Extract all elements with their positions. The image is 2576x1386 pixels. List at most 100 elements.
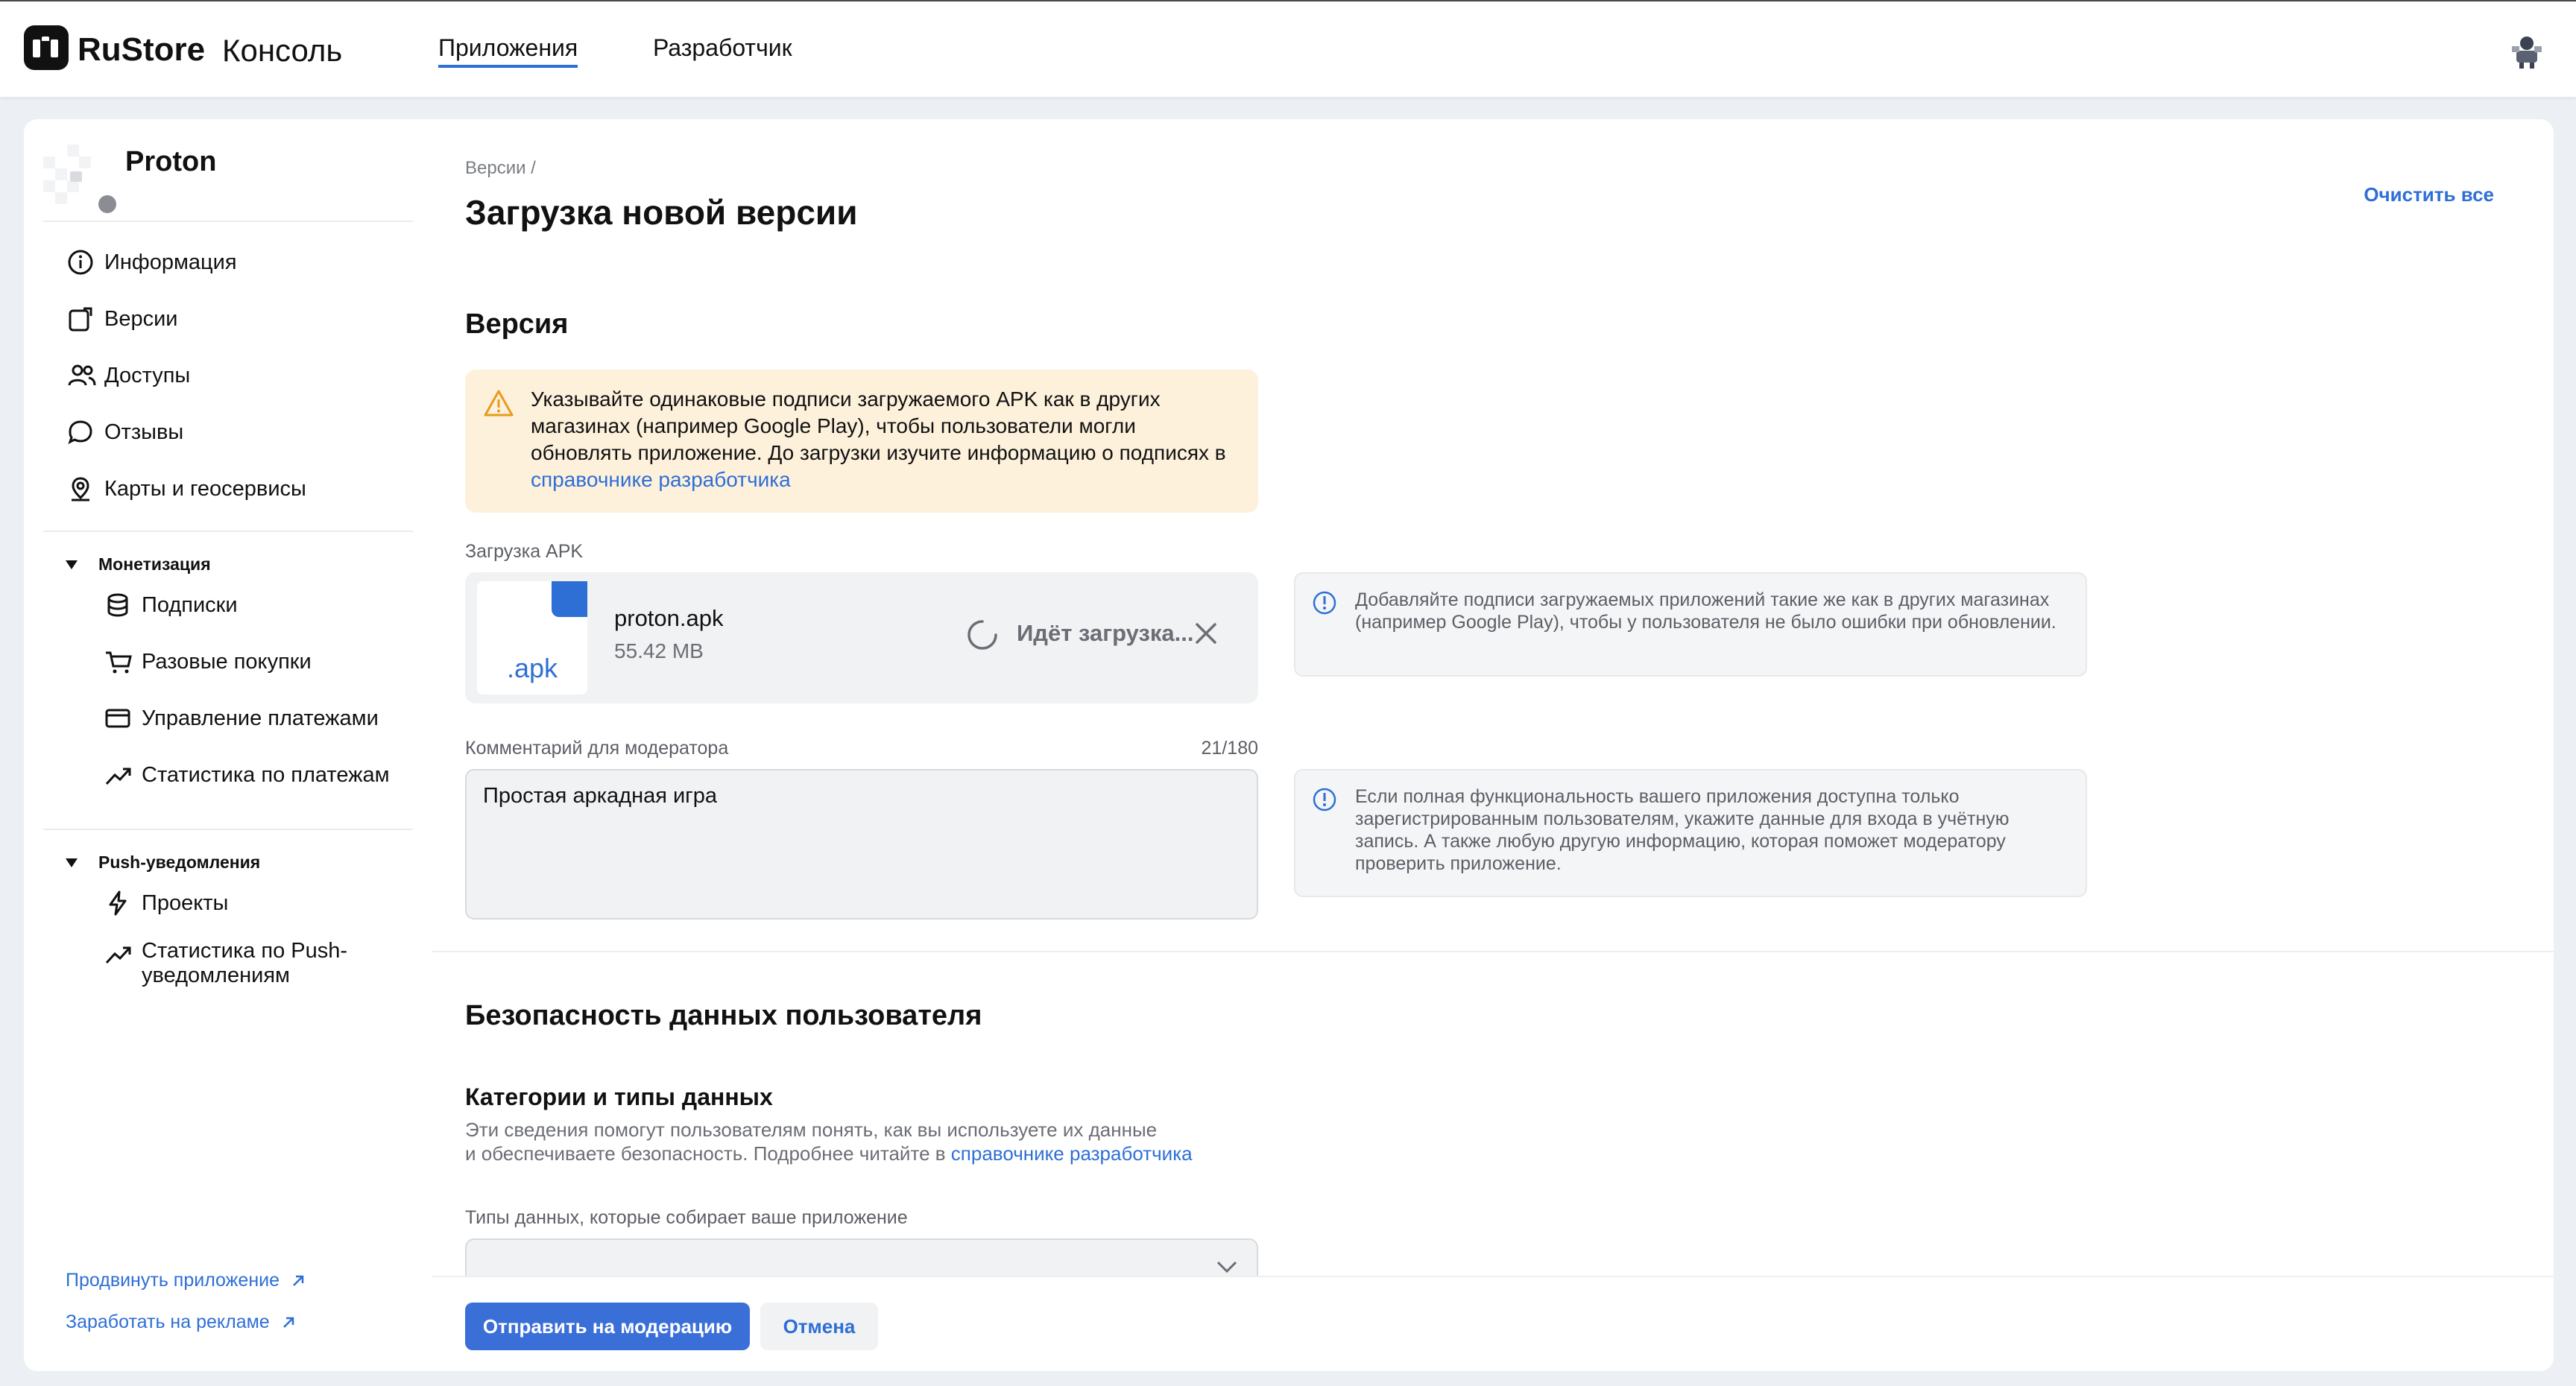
developer-guide-link[interactable]: справочнике разработчика (531, 468, 791, 491)
sidebar-item-maps[interactable]: Карты и геосервисы (67, 472, 306, 505)
credentials-info-box: Если полная функциональность вашего прил… (1294, 769, 2087, 897)
triangle-down-icon (64, 559, 98, 571)
info-text: Если полная функциональность вашего прил… (1355, 786, 2010, 874)
warning-body: Указывайте одинаковые подписи загружаемо… (531, 387, 1226, 464)
group-label: Монетизация (98, 554, 211, 574)
map-pin-icon (67, 472, 100, 505)
upload-status: Идёт загрузка... (1017, 620, 1194, 646)
promote-app-link[interactable]: Продвинуть приложение (66, 1270, 306, 1291)
sidebar-item-label: Управление платежами (142, 706, 379, 730)
sidebar: Proton Информация Версии Доступы Отзывы … (24, 119, 432, 1371)
info-icon (67, 246, 100, 279)
app-name: Proton (125, 146, 217, 177)
comment-counter: 21/180 (1201, 738, 1258, 759)
top-bar: RuStore Консоль Приложения Разработчик (0, 0, 2576, 97)
divider (43, 829, 413, 830)
apk-upload-label: Загрузка APK (465, 541, 584, 562)
trend-icon (104, 937, 137, 970)
sidebar-item-push-stats[interactable]: Статистика по Push- уведомлениям (104, 939, 347, 988)
signature-info-box: Добавляйте подписи загружаемых приложени… (1294, 572, 2087, 677)
external-arrow-icon (293, 1275, 304, 1286)
file-size: 55.42 MB (614, 639, 704, 662)
sidebar-item-label: Разовые покупки (142, 649, 312, 674)
cancel-button[interactable]: Отмена (760, 1303, 878, 1350)
group-push[interactable]: Push-уведомления (64, 852, 260, 873)
sidebar-item-label: Карты и геосервисы (104, 476, 306, 501)
sidebar-item-subscriptions[interactable]: Подписки (104, 589, 238, 621)
categories-title: Категории и типы данных (465, 1083, 773, 1110)
sidebar-item-payments[interactable]: Управление платежами (104, 702, 379, 735)
divider (43, 221, 413, 222)
triangle-down-icon (64, 857, 98, 869)
sidebar-item-label: Доступы (104, 363, 191, 387)
chevron-down-icon (1216, 1261, 1237, 1273)
link-label: Продвинуть приложение (66, 1270, 280, 1291)
label-line: Статистика по Push- (142, 939, 348, 963)
data-types-label: Типы данных, которые собирает ваше прило… (465, 1207, 908, 1228)
card-icon (104, 702, 137, 735)
sidebar-item-label: Статистика по платежам (142, 762, 390, 787)
desc-line: Эти сведения помогут пользователям понят… (465, 1118, 1158, 1141)
chat-icon (67, 416, 100, 449)
breadcrumb[interactable]: Версии / (465, 158, 536, 179)
tab-developer[interactable]: Разработчик (653, 34, 792, 62)
divider (432, 951, 2554, 952)
sidebar-item-label: Информация (104, 250, 237, 274)
sidebar-item-label: Проекты (142, 890, 229, 915)
sidebar-item-label: Отзывы (104, 420, 184, 444)
sidebar-item-versions[interactable]: Версии (67, 303, 178, 335)
warning-icon (483, 389, 514, 421)
version-section-title: Версия (465, 308, 569, 340)
user-avatar[interactable] (2506, 30, 2548, 72)
label-line: уведомлениям (142, 963, 290, 987)
close-icon[interactable] (1191, 618, 1221, 648)
group-monetization[interactable]: Монетизация (64, 554, 211, 575)
sidebar-item-label: Подписки (142, 592, 238, 617)
page-title: Загрузка новой версии (465, 193, 858, 232)
action-bar: Отправить на модерацию Отмена (432, 1276, 2554, 1371)
cart-icon (104, 645, 137, 678)
users-icon (67, 359, 100, 392)
developer-guide-link[interactable]: справочнике разработчика (951, 1142, 1193, 1165)
file-name: proton.apk (614, 605, 724, 631)
apk-file-icon: .apk (477, 581, 587, 694)
versions-icon (67, 303, 100, 335)
lightning-icon (104, 887, 137, 920)
divider (43, 531, 413, 532)
clear-all-button[interactable]: Очистить все (2364, 183, 2494, 206)
main-content: Версии / Загрузка новой версии Очистить … (432, 119, 2554, 1371)
sidebar-item-access[interactable]: Доступы (67, 359, 190, 392)
file-corner (552, 581, 587, 617)
console-label: Консоль (222, 33, 343, 68)
database-icon (104, 589, 137, 621)
group-label: Push-уведомления (98, 852, 261, 872)
sidebar-item-purchases[interactable]: Разовые покупки (104, 645, 312, 678)
desc-line: и обеспечиваете безопасность. Подробнее … (465, 1142, 951, 1165)
logo-text[interactable]: RuStore (78, 31, 205, 69)
sidebar-item-info[interactable]: Информация (67, 246, 237, 279)
tab-applications[interactable]: Приложения (438, 34, 578, 68)
sidebar-item-projects[interactable]: Проекты (104, 887, 228, 920)
warning-text: Указывайте одинаковые подписи загружаемо… (531, 386, 1239, 493)
spinner-icon (967, 620, 997, 650)
sidebar-item-reviews[interactable]: Отзывы (67, 416, 183, 449)
sidebar-item-label: Версии (104, 306, 178, 331)
info-icon (1312, 590, 1337, 619)
info-icon (1312, 787, 1337, 816)
earn-ads-link[interactable]: Заработать на рекламе (66, 1311, 297, 1333)
link-label: Заработать на рекламе (66, 1311, 270, 1332)
external-arrow-icon (282, 1317, 294, 1328)
warning-banner: Указывайте одинаковые подписи загружаемо… (465, 370, 1258, 513)
submit-moderation-button[interactable]: Отправить на модерацию (465, 1303, 750, 1350)
rustore-logo-icon[interactable] (24, 25, 69, 70)
moderator-comment-field[interactable] (465, 769, 1258, 920)
info-text: Добавляйте подписи загружаемых приложени… (1355, 589, 2056, 633)
apk-upload-card: .apk proton.apk 55.42 MB Идёт загрузка..… (465, 572, 1258, 703)
trend-icon (104, 759, 137, 791)
comment-label: Комментарий для модератора (465, 738, 729, 759)
sidebar-item-payment-stats[interactable]: Статистика по платежам (104, 759, 390, 791)
file-extension: .apk (507, 653, 558, 683)
security-section-title: Безопасность данных пользователя (465, 1000, 982, 1031)
categories-description: Эти сведения помогут пользователям понят… (465, 1118, 1193, 1165)
app-icon (43, 142, 118, 216)
